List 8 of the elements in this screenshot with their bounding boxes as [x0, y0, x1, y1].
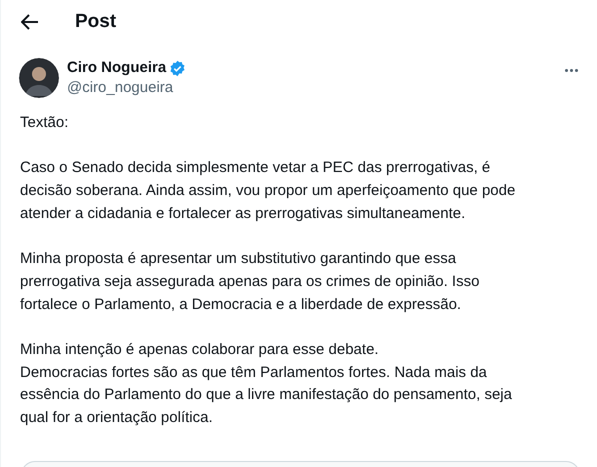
author-handle: @ciro_nogueira	[67, 78, 174, 98]
avatar[interactable]	[19, 58, 59, 98]
post-paragraph: Textão:	[20, 113, 68, 133]
post-paragraph: Minha proposta é apresentar um substitutivo garantindo que essa prerrogativa seja assegurada apenas para os crimes de opinião. Isso fortalece o Parlamento, a Democracia e a liberdade de expressão.	[20, 249, 480, 315]
author-name[interactable]: Ciro Nogueira	[67, 58, 166, 78]
post-paragraph: Minha intenção é apenas colaborar para esse debate. Democracias fortes são as que têm Parlamentos fortes. Nada mais da essência do Parlamento do que a livre manifestação do pensamento, seja qual for a orientação política.	[20, 340, 512, 428]
page-title: Post	[75, 10, 116, 34]
post-paragraph: Caso o Senado decida simplesmente vetar a PEC das prerrogativas, é decisão soberana. Ainda assim, vou propor um aperfeiçoamento que pode atender a cidadania e fortalecer as prerrogativas simultaneamente.	[20, 158, 516, 224]
